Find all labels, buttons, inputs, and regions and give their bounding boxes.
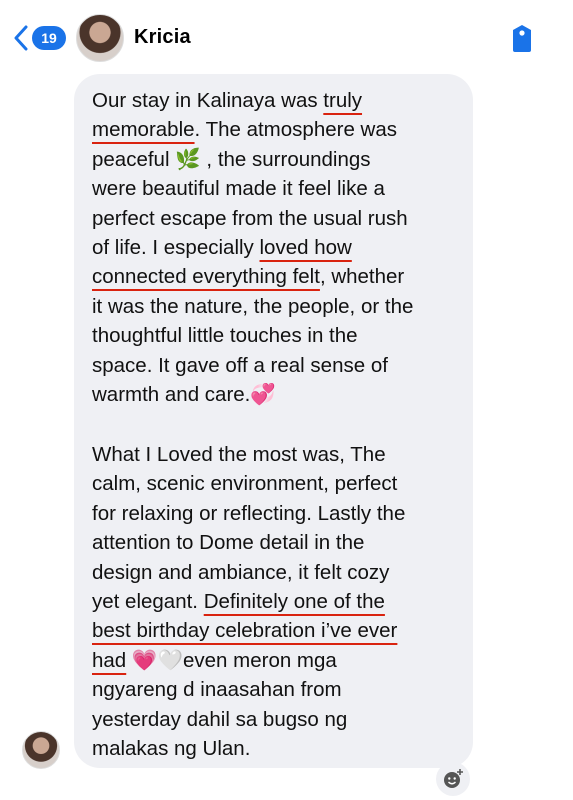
message-paragraph-1: Our stay in Kalinaya was truly memorable… xyxy=(92,86,464,409)
underlined-text: connected everything felt xyxy=(92,265,320,289)
underlined-text: truly xyxy=(323,89,363,112)
message-line: space. It gave off a real sense of xyxy=(92,353,388,377)
message-line: malakas ng Ulan. xyxy=(92,737,251,761)
message-line: it was the nature, the people, or the xyxy=(92,294,414,318)
tag-icon xyxy=(513,25,531,52)
redacted-area xyxy=(205,24,410,54)
chevron-left-icon xyxy=(14,25,28,51)
message-line: were beautiful made it feel like a xyxy=(92,177,385,201)
underlined-text: best birthday celebration i’ve ever xyxy=(92,619,398,643)
message-line: What I Loved the most was, The xyxy=(92,443,386,466)
message-line: calm, scenic environment, perfect xyxy=(92,472,398,496)
sender-avatar[interactable] xyxy=(22,731,60,769)
underlined-text: Definitely one of the xyxy=(203,590,385,614)
add-reaction-button[interactable] xyxy=(436,762,470,796)
message-paragraph-2: What I Loved the most was, The calm, sce… xyxy=(92,440,464,763)
message-line: Our stay in Kalinaya was truly xyxy=(92,89,363,112)
message-line: warmth and care.💞 xyxy=(92,382,276,407)
underlined-text: loved how xyxy=(259,236,352,260)
message-line: had 💗🤍even meron mga xyxy=(92,647,337,672)
hearts-emoji: 💗🤍 xyxy=(131,647,183,672)
herb-emoji: 🌿 xyxy=(175,146,201,171)
message-line: yesterday dahil sa bugso ng xyxy=(92,707,348,731)
tag-button[interactable] xyxy=(508,22,536,54)
message-line: of life. I especially loved how xyxy=(92,236,352,260)
message-line: peaceful 🌿 , the surroundings xyxy=(92,146,371,171)
underlined-text: had xyxy=(92,648,127,672)
underlined-text: memorable xyxy=(92,118,195,142)
contact-name[interactable]: Kricia xyxy=(134,26,191,49)
message-line: perfect escape from the usual rush xyxy=(92,206,408,230)
back-button[interactable]: 19 xyxy=(14,22,66,54)
message-line: memorable. The atmosphere was xyxy=(92,118,397,142)
message-line: design and ambiance, it felt cozy xyxy=(92,560,390,584)
message-line: attention to Dome detail in the xyxy=(92,531,365,555)
message-line: yet elegant. Definitely one of the xyxy=(92,590,385,614)
add-reaction-icon xyxy=(444,769,463,788)
contact-avatar[interactable] xyxy=(76,14,124,62)
unread-count-badge: 19 xyxy=(32,26,66,50)
message-line: connected everything felt, whether xyxy=(92,265,405,289)
chat-header: 19 Kricia xyxy=(0,0,573,74)
message-line: ngyareng d inaasahan from xyxy=(92,678,342,702)
hearts-emoji: 💞 xyxy=(250,382,276,407)
message-line: for relaxing or reflecting. Lastly the xyxy=(92,501,406,525)
message-line: thoughtful little touches in the xyxy=(92,324,358,348)
